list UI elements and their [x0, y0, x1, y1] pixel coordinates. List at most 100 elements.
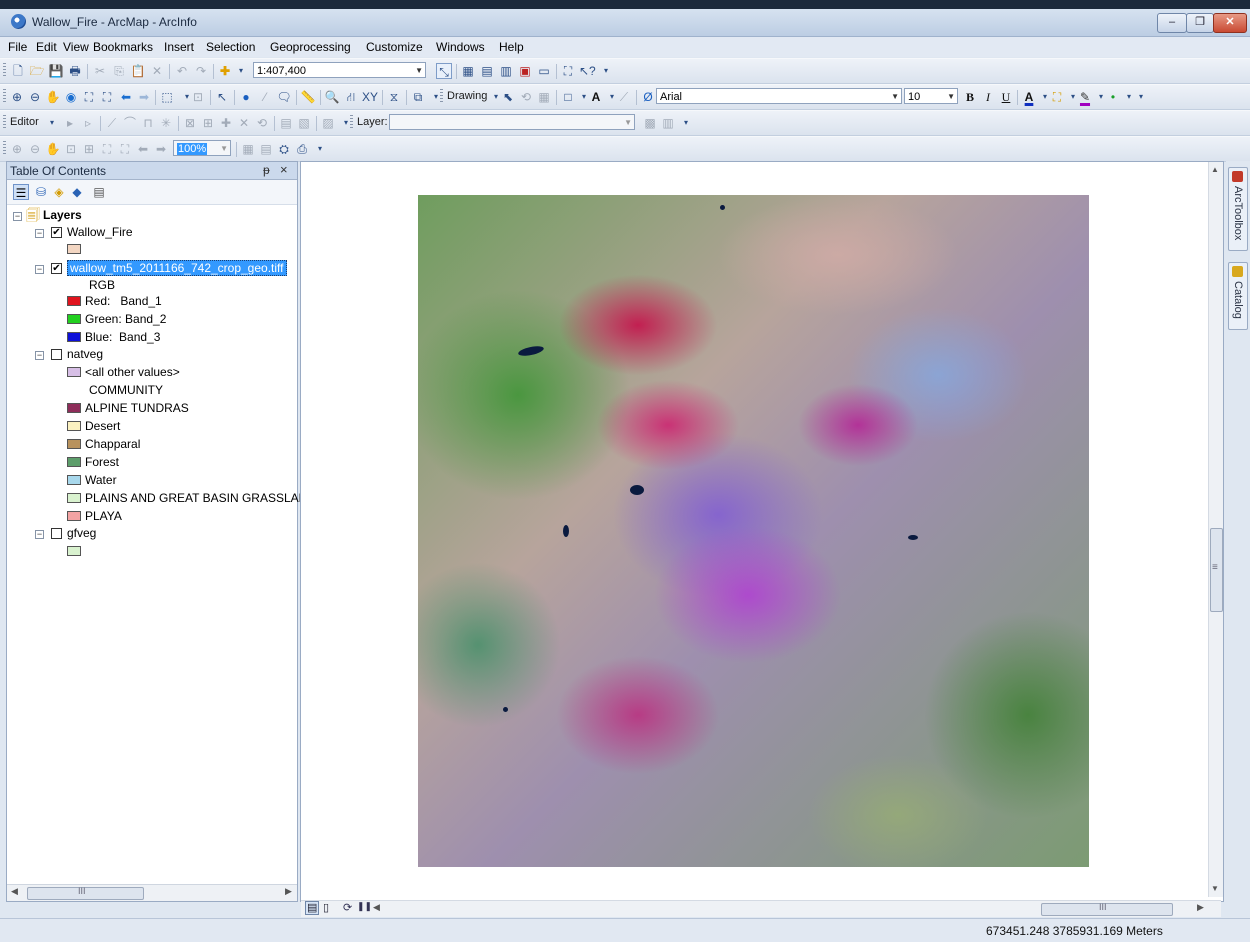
select-features-icon[interactable]: ⬚: [159, 89, 175, 105]
layer-combo[interactable]: ▼: [389, 114, 635, 130]
options-icon[interactable]: ▤: [91, 184, 107, 200]
table-icon[interactable]: ▦: [460, 63, 476, 79]
menu-insert[interactable]: Insert: [164, 40, 194, 54]
font-size-combo[interactable]: 10 ▼: [904, 88, 958, 104]
scroll-right-icon[interactable]: ▶: [1197, 902, 1204, 913]
toolbar-options-icon[interactable]: ▾: [1133, 89, 1149, 105]
find-icon[interactable]: 🔍: [324, 89, 340, 105]
attributes-icon[interactable]: ▤: [278, 115, 294, 131]
fixed-zoom-in-icon[interactable]: ⛶: [81, 89, 97, 105]
time-slider-icon[interactable]: ⧖: [386, 89, 402, 105]
change-layout-icon[interactable]: ⛭: [276, 141, 292, 157]
scrollbar-thumb[interactable]: III: [27, 886, 144, 900]
italic-button[interactable]: I: [980, 89, 996, 105]
select-elements-icon[interactable]: ↖: [214, 89, 230, 105]
chevron-down-icon[interactable]: ▼: [891, 89, 899, 105]
map-horizontal-scrollbar[interactable]: ▤ ▯ ⟳ ❚❚ ◀ III ▶: [301, 900, 1221, 917]
save-icon[interactable]: 💾: [48, 63, 64, 79]
fixed-zoom-in-icon[interactable]: ⛶: [99, 141, 115, 157]
toolbar-grip[interactable]: [3, 63, 6, 78]
layer-visibility-checkbox[interactable]: ✔: [51, 227, 62, 238]
search-window-icon[interactable]: ▥: [498, 63, 514, 79]
arctoolbox-icon[interactable]: ▣: [517, 63, 533, 79]
menu-customize[interactable]: Customize: [366, 40, 423, 54]
layout-zoom-out-icon[interactable]: ⊖: [27, 141, 43, 157]
rectangle-icon[interactable]: □: [560, 89, 576, 105]
refresh-icon[interactable]: ⟳: [343, 901, 352, 914]
toolbar-options-icon[interactable]: ▾: [598, 63, 614, 79]
arctoolbox-tab[interactable]: ArcToolbox: [1228, 167, 1248, 251]
collapse-icon[interactable]: −: [35, 229, 44, 238]
layer-visibility-checkbox[interactable]: [51, 528, 62, 539]
cut-polygons-icon[interactable]: ✚: [218, 115, 234, 131]
edit-tool-icon[interactable]: ▸: [62, 115, 78, 131]
editor-toolbar-icon[interactable]: ⤡: [436, 63, 452, 79]
redo-icon[interactable]: ↷: [193, 63, 209, 79]
menu-view[interactable]: View: [63, 40, 89, 54]
new-document-icon[interactable]: 🗋: [10, 63, 26, 79]
fill-color-icon[interactable]: ⛶: [1049, 89, 1065, 105]
chevron-down-icon[interactable]: ▼: [624, 115, 632, 131]
edit-vertices-icon[interactable]: ⟋: [616, 89, 632, 105]
chevron-down-icon[interactable]: ▼: [947, 89, 955, 105]
minimize-button[interactable]: –: [1157, 13, 1187, 33]
menu-geoprocessing[interactable]: Geoprocessing: [270, 40, 351, 54]
forward-extent-icon[interactable]: ➡: [153, 141, 169, 157]
drawing-menu[interactable]: Drawing: [447, 90, 487, 102]
point-icon[interactable]: ✳: [158, 115, 174, 131]
toolbar-options-icon[interactable]: ▾: [312, 141, 328, 157]
reshape-icon[interactable]: ⊞: [200, 115, 216, 131]
marker-color-icon[interactable]: •: [1105, 89, 1121, 105]
undo-icon[interactable]: ↶: [174, 63, 190, 79]
rotate-icon[interactable]: ⟲: [254, 115, 270, 131]
collapse-icon[interactable]: −: [35, 530, 44, 539]
sketch-properties-icon[interactable]: ▧: [296, 115, 312, 131]
catalog-window-icon[interactable]: ▤: [479, 63, 495, 79]
rotate-icon[interactable]: ⟲: [518, 89, 534, 105]
pause-drawing-icon[interactable]: ❚❚: [357, 901, 372, 912]
html-popup-icon[interactable]: 🗨: [276, 89, 292, 105]
data-view-button[interactable]: ▤: [305, 901, 320, 915]
zoom-100-icon[interactable]: ⊞: [81, 141, 97, 157]
go-to-xy-icon[interactable]: XY: [362, 89, 378, 105]
open-folder-icon[interactable]: 🗁: [29, 63, 45, 79]
create-viewer-icon[interactable]: ⧉: [410, 89, 426, 105]
zoom-whole-page-icon[interactable]: ▦: [536, 89, 552, 105]
straight-segment-icon[interactable]: ⟋: [104, 115, 120, 131]
back-extent-icon[interactable]: ⬅: [135, 141, 151, 157]
chevron-down-icon[interactable]: ▾: [44, 115, 60, 131]
find-route-icon[interactable]: ⛙: [343, 89, 359, 105]
layer-visibility-checkbox[interactable]: ✔: [51, 263, 62, 274]
collapse-icon[interactable]: −: [13, 212, 22, 221]
list-by-source-icon[interactable]: ⛁: [33, 184, 49, 200]
histogram-icon[interactable]: ▥: [660, 115, 676, 131]
menu-file[interactable]: File: [8, 40, 27, 54]
select-elements-icon[interactable]: ⬉: [500, 89, 516, 105]
model-builder-icon[interactable]: ⛶: [560, 63, 576, 79]
menu-selection[interactable]: Selection: [206, 40, 255, 54]
edit-annotation-icon[interactable]: ▹: [80, 115, 96, 131]
layers-root-label[interactable]: Layers: [43, 206, 82, 224]
scroll-up-icon[interactable]: ▲: [1211, 165, 1219, 174]
collapse-icon[interactable]: −: [35, 351, 44, 360]
landsat-raster-image[interactable]: [418, 195, 1089, 867]
cut-icon[interactable]: ✂: [92, 63, 108, 79]
close-icon[interactable]: ×: [280, 162, 288, 177]
print-icon[interactable]: 🖶: [67, 63, 83, 79]
font-name-combo[interactable]: Arial ▼: [656, 88, 902, 104]
fixed-zoom-out-icon[interactable]: ⛶: [117, 141, 133, 157]
scroll-left-icon[interactable]: ◀: [11, 886, 18, 897]
map-scale-combo[interactable]: 1:407,400 ▼: [253, 62, 426, 78]
scrollbar-thumb[interactable]: III: [1041, 902, 1173, 916]
line-color-icon[interactable]: ✎: [1077, 89, 1093, 105]
menu-bookmarks[interactable]: Bookmarks: [93, 40, 153, 54]
menu-edit[interactable]: Edit: [36, 40, 57, 54]
list-by-selection-icon[interactable]: ◆: [69, 184, 85, 200]
close-button[interactable]: ✕: [1213, 13, 1247, 33]
back-extent-icon[interactable]: ⬅: [118, 89, 134, 105]
map-vertical-scrollbar[interactable]: ▲ ≡ ▼: [1208, 162, 1223, 897]
forward-extent-icon[interactable]: ➡: [136, 89, 152, 105]
layout-pan-icon[interactable]: ✋: [45, 141, 61, 157]
edit-vertices-icon[interactable]: ⊠: [182, 115, 198, 131]
identify-icon[interactable]: ●: [238, 89, 254, 105]
